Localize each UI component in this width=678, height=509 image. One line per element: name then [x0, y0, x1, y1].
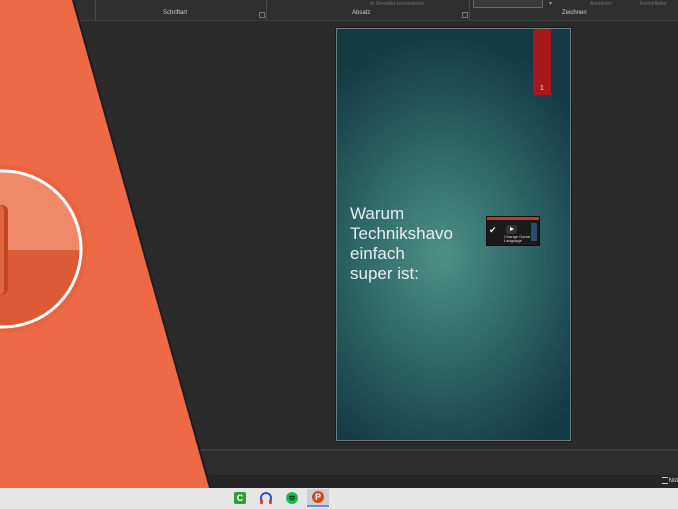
check-icon: ✔ — [489, 225, 497, 235]
headphones-icon — [260, 492, 272, 504]
taskbar-powerpoint-button[interactable]: P — [307, 489, 329, 507]
smartart-convert-button[interactable]: In SmartArt konvertieren — [370, 1, 424, 7]
notes-pane[interactable] — [0, 451, 678, 475]
embedded-video[interactable]: ✔ Change Game Language — [486, 216, 540, 246]
title-line: super ist: — [350, 264, 419, 283]
powerpoint-icon: P — [312, 491, 324, 503]
ribbon-group-font-label: Schriftart — [163, 10, 188, 16]
status-bar — [0, 475, 678, 488]
ribbon-group-drawing-label: Zeichnen — [562, 10, 587, 16]
title-line: Warum — [350, 204, 405, 223]
shape-effects-button[interactable]: Formeffekte — [640, 1, 667, 7]
font-dialog-launcher[interactable] — [259, 12, 265, 18]
play-icon[interactable] — [506, 225, 517, 234]
ribbon-separator — [469, 0, 470, 20]
title-line: Technikshavo — [350, 224, 454, 243]
ribbon-group-paragraph-label: Absatz — [352, 10, 371, 16]
gallery-more-icon[interactable]: ▾ — [549, 0, 552, 7]
taskbar-camtasia-button[interactable]: C — [229, 489, 251, 507]
slide-number: 1 — [540, 85, 544, 92]
notes-button[interactable]: Not — [661, 477, 678, 485]
ribbon-separator — [95, 0, 96, 20]
taskbar-audacity-button[interactable] — [255, 489, 277, 507]
shapes-gallery[interactable] — [473, 0, 543, 8]
video-top-strip — [487, 217, 539, 220]
camtasia-icon: C — [234, 492, 246, 504]
video-side-thumbnail — [531, 223, 537, 241]
video-caption: Change Game Language — [504, 234, 531, 243]
windows-taskbar: C P — [0, 488, 678, 509]
slide-title[interactable]: Warum Technikshavo einfach super ist: — [350, 204, 480, 284]
arrange-button[interactable]: Anordnen — [590, 1, 612, 7]
ribbon: Schriftart In SmartArt konvertieren Absa… — [0, 0, 678, 21]
paragraph-dialog-launcher[interactable] — [462, 12, 468, 18]
spotify-icon — [286, 492, 298, 504]
ribbon-separator — [266, 0, 267, 20]
title-line: einfach — [350, 244, 405, 263]
slide-number-tag: 1 — [533, 29, 551, 95]
taskbar-spotify-button[interactable] — [281, 489, 303, 507]
slide-canvas[interactable]: 1 Warum Technikshavo einfach super ist: … — [336, 28, 571, 441]
notes-icon — [661, 477, 668, 484]
notes-label: Not — [668, 478, 678, 485]
